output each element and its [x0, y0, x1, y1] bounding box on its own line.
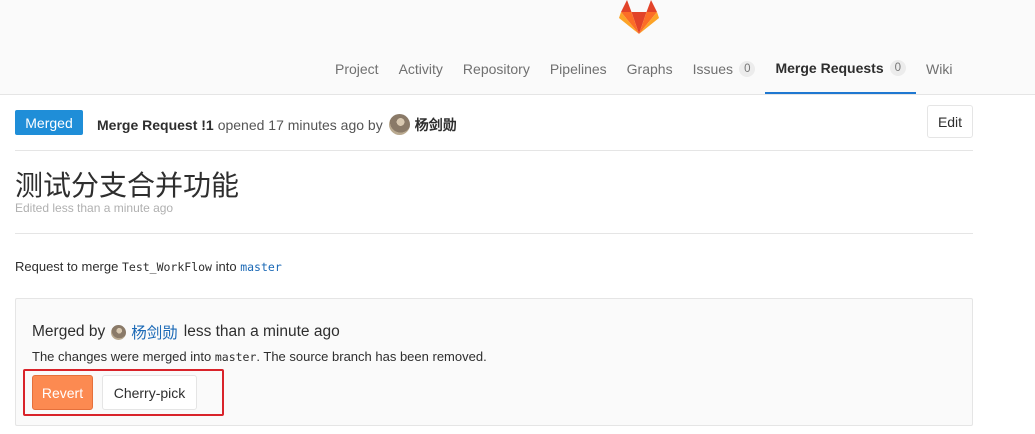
tab-activity[interactable]: Activity: [389, 43, 453, 94]
tab-graphs[interactable]: Graphs: [617, 43, 683, 94]
merge-request-reference: Merge Request !1: [97, 116, 214, 133]
request-prefix: Request to merge: [15, 259, 119, 274]
source-branch: Test_WorkFlow: [121, 260, 212, 274]
divider: [15, 233, 973, 234]
issues-count-badge: 0: [739, 60, 756, 77]
top-navigation-bar: Project Activity Repository Pipelines Gr…: [0, 0, 1035, 95]
merged-by-label: Merged by: [32, 323, 106, 340]
opened-text: opened 17 minutes ago by: [217, 116, 383, 133]
merged-note: The changes were merged into master. The…: [32, 349, 487, 364]
note-prefix: The changes were merged into: [32, 349, 212, 364]
target-branch-link[interactable]: master: [240, 260, 282, 274]
tab-project[interactable]: Project: [325, 43, 389, 94]
page-title: 测试分支合并功能: [15, 169, 240, 202]
merger-avatar[interactable]: [111, 324, 127, 340]
edit-button[interactable]: Edit: [927, 105, 973, 138]
author-name-link[interactable]: 杨剑勋: [415, 115, 457, 135]
merged-by-line: Merged by 杨剑勋 less than a minute ago: [32, 321, 340, 343]
tab-issues[interactable]: Issues 0: [683, 43, 766, 94]
project-nav-tabs: Project Activity Repository Pipelines Gr…: [325, 43, 962, 94]
into-text: into: [215, 259, 237, 274]
edited-timestamp: Edited less than a minute ago: [15, 201, 174, 215]
merge-branches-line: Request to merge Test_WorkFlow into mast…: [15, 259, 282, 274]
tab-wiki[interactable]: Wiki: [916, 43, 962, 94]
tab-pipelines[interactable]: Pipelines: [540, 43, 617, 94]
revert-button[interactable]: Revert: [32, 375, 93, 410]
merged-time: less than a minute ago: [183, 323, 340, 340]
gitlab-logo-icon[interactable]: [619, 0, 659, 36]
note-branch: master: [214, 350, 257, 364]
tab-merge-requests[interactable]: Merge Requests 0: [765, 43, 917, 94]
status-badge: Merged: [15, 110, 83, 135]
merge-request-meta: Merge Request !1 opened 17 minutes ago b…: [97, 114, 457, 135]
note-suffix: . The source branch has been removed.: [256, 349, 487, 364]
cherry-pick-button[interactable]: Cherry-pick: [102, 375, 197, 410]
merge-request-header: Merged Merge Request !1 opened 17 minute…: [15, 105, 973, 151]
merge-requests-count-badge: 0: [889, 59, 907, 76]
author-avatar[interactable]: [388, 114, 410, 135]
tab-repository[interactable]: Repository: [453, 43, 540, 94]
merge-widget: Merged by 杨剑勋 less than a minute ago The…: [15, 298, 973, 426]
merger-name-link[interactable]: 杨剑勋: [131, 321, 178, 343]
